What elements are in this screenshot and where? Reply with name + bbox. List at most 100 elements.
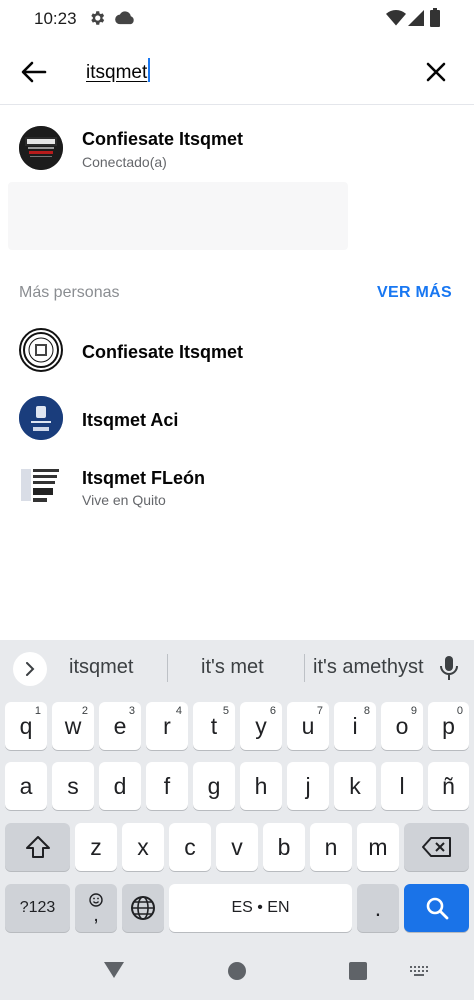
key-hint: 3 [128,705,135,717]
section-title: Más personas [19,284,120,301]
backspace-key[interactable] [404,823,469,871]
key-hint: 9 [410,705,417,717]
itsqmet-aci-logo-icon [19,396,63,440]
key-c[interactable]: c [169,823,211,871]
back-button[interactable] [16,54,52,90]
back-triangle-icon[interactable] [104,962,124,978]
key-u[interactable]: u7 [287,702,329,750]
key-label: y [255,712,267,739]
loading-placeholder [8,182,348,250]
see-more-link[interactable]: VER MÁS [377,284,452,302]
status-bar: 10:23 [0,0,474,38]
suggestion-divider [304,654,305,682]
key-v[interactable]: v [216,823,258,871]
language-key[interactable] [122,884,164,932]
emoji-key[interactable]: , [75,884,117,932]
list-item-location: Vive en Quito [82,492,166,508]
signal-icon [408,10,424,26]
key-q[interactable]: q1 [5,702,47,750]
search-query: itsqmet [86,62,148,83]
top-result-status: Conectado(a) [82,154,167,170]
symbols-key[interactable]: ?123 [5,884,70,932]
chevron-right-icon [26,662,35,676]
key-hint: 4 [175,705,182,717]
globe-icon [131,896,155,920]
search-action-key[interactable] [404,884,469,932]
avatar [19,396,63,440]
suggestion-strip: itsqmet it's met it's amethyst [0,640,474,694]
wifi-icon [386,10,406,26]
key-t[interactable]: t5 [193,702,235,750]
key-label: i [352,712,358,739]
key-r[interactable]: r4 [146,702,188,750]
suggestion-divider [167,654,168,682]
key-h[interactable]: h [240,762,282,810]
list-item-name: Confiesate Itsqmet [82,342,244,362]
key-a[interactable]: a [5,762,47,810]
key-g[interactable]: g [193,762,235,810]
institute-logo-icon [19,463,63,507]
recents-square-icon[interactable] [349,962,367,980]
key-d[interactable]: d [99,762,141,810]
top-result-name: Confiesate Itsqmet [82,129,244,149]
period-key[interactable]: . [357,884,399,932]
key-label: q [19,712,33,739]
keyboard-dismiss-icon[interactable] [410,966,430,976]
key-hint: 5 [222,705,229,717]
key-y[interactable]: y6 [240,702,282,750]
key-f[interactable]: f [146,762,188,810]
key-j[interactable]: j [287,762,329,810]
key-m[interactable]: m [357,823,399,871]
key-w[interactable]: w2 [52,702,94,750]
shift-key[interactable] [5,823,70,871]
key-x[interactable]: x [122,823,164,871]
key-hint: 2 [81,705,88,717]
key-k[interactable]: k [334,762,376,810]
key-z[interactable]: z [75,823,117,871]
shift-icon [25,836,50,858]
status-time: 10:23 [34,9,77,28]
backspace-icon [421,837,451,857]
gear-icon [91,11,105,25]
search-header: itsqmet [0,38,474,105]
list-item-name: Itsqmet Aci [82,410,179,430]
key-label: e [113,712,127,739]
key-hint: 6 [269,705,276,717]
space-key[interactable]: ES • EN [169,884,352,932]
cloud-icon [115,11,134,25]
close-icon [426,62,446,82]
key-label: t [210,712,218,739]
key-s[interactable]: s [52,762,94,810]
battery-icon [430,8,440,27]
navigation-bar [0,934,474,1000]
avatar [19,126,63,170]
key-o[interactable]: o9 [381,702,423,750]
key-label: r [163,712,171,739]
key-hint: 1 [34,705,41,717]
key-label: w [64,712,82,739]
back-arrow-icon [21,61,47,83]
key-l[interactable]: l [381,762,423,810]
key-p[interactable]: p0 [428,702,469,750]
key-i[interactable]: i8 [334,702,376,750]
key-label: u [301,712,315,739]
text-caret [148,58,151,82]
suggestion-1[interactable]: itsqmet [69,656,133,679]
suggestion-3[interactable]: it's amethyst [313,656,424,679]
search-input[interactable]: itsqmet [86,58,151,86]
key-b[interactable]: b [263,823,305,871]
itsqmet-logo-icon [19,126,63,170]
clear-search-button[interactable] [418,54,454,90]
microphone-icon[interactable] [438,655,460,681]
keyboard: itsqmet it's met it's amethyst q1 w2 e3 … [0,640,474,934]
search-icon [426,897,448,920]
suggestion-2[interactable]: it's met [201,656,264,679]
key-e[interactable]: e3 [99,702,141,750]
key-hint: 7 [316,705,323,717]
expand-toolbar-button[interactable] [13,652,47,686]
key-enye[interactable]: ñ [428,762,469,810]
list-item-name: Itsqmet FLeón [82,468,206,488]
home-circle-icon[interactable] [228,962,246,980]
key-n[interactable]: n [310,823,352,871]
seal-logo-icon [23,332,59,368]
